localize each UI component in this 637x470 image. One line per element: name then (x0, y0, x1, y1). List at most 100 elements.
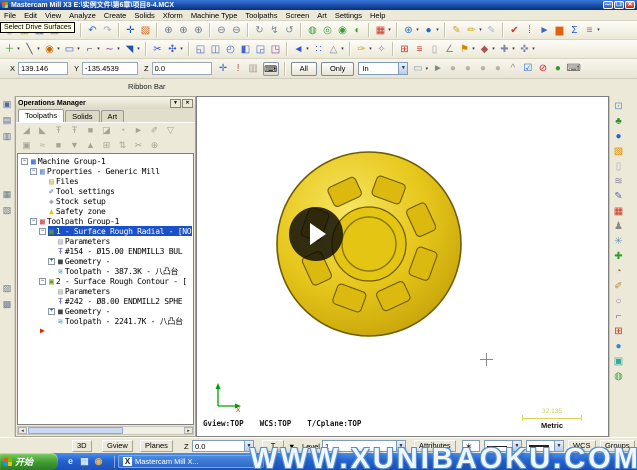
z-depth-combo[interactable]: 0.0 ▼ (192, 440, 254, 452)
create-fillet-icon[interactable]: ⌐ (83, 43, 96, 56)
operations-manager-caption[interactable]: Operations Manager ▼ ✕ (16, 97, 195, 109)
clear-selection-icon[interactable]: ⊘ (536, 62, 549, 75)
tree-item-stock-setup[interactable]: ◈Stock setup (18, 196, 193, 206)
text-note-icon[interactable]: ✎ (612, 190, 626, 203)
autocursor-config-icon[interactable]: ✛ (217, 62, 230, 75)
xform-stretch-icon[interactable]: ◳ (269, 43, 282, 56)
insert-indicator-icon[interactable]: ⊞ (99, 139, 114, 152)
tree-item-geometry[interactable]: +■Geometry - (18, 306, 193, 316)
menu-art[interactable]: Art (313, 10, 331, 21)
dynamic-pan-icon[interactable]: ↯ (268, 24, 281, 37)
utility-probe-icon[interactable]: ✧ (375, 43, 388, 56)
delete-entity-icon[interactable]: ✛ (124, 24, 137, 37)
menu-help[interactable]: Help (366, 10, 389, 21)
delta-tolerance-icon[interactable]: △ (327, 43, 340, 56)
post-process-icon[interactable]: Σ (568, 24, 581, 37)
panel-close-button[interactable]: ✕ (182, 99, 193, 108)
menu-view[interactable]: View (41, 10, 65, 21)
flag-check-dropdown[interactable]: ▾ (471, 46, 476, 52)
minimize-button[interactable]: — (603, 1, 613, 9)
selection-window-icon[interactable]: ▭ (411, 62, 424, 75)
gview-plan-icon[interactable]: ⊛ (402, 24, 415, 37)
backplot-icon[interactable]: ► (538, 24, 551, 37)
select-all-icon[interactable]: ☑ (521, 62, 534, 75)
analyze-angle-icon[interactable]: ✎ (485, 24, 498, 37)
xform-rotate-icon[interactable]: ◴ (224, 43, 237, 56)
tree-expand-box[interactable]: − (21, 158, 28, 165)
mode-3d-button[interactable]: 3D (72, 440, 92, 452)
stamp-tool-dropdown[interactable]: ▾ (491, 46, 496, 52)
tree-item-1-surface-rough-radial-no[interactable]: −▣1 - Surface Rough Radial - [NO (18, 226, 193, 236)
add-entity-icon[interactable]: ✚ (612, 250, 626, 263)
create-rectangle-dropdown[interactable]: ▾ (76, 46, 81, 52)
create-spline-icon[interactable]: ∼ (103, 43, 116, 56)
blank-toolpath-icon[interactable]: ■ (51, 139, 66, 152)
machine-grid-icon[interactable]: ⊞ (398, 43, 411, 56)
close-button[interactable]: ✕ (625, 1, 635, 9)
create-point-icon[interactable]: ＋ (3, 43, 16, 56)
gview-button[interactable]: Gview (102, 440, 133, 452)
cut-operation-icon[interactable]: ✂ (131, 139, 146, 152)
toggle-display-icon[interactable]: ≈ (35, 139, 50, 152)
x-coordinate-field[interactable]: 139.146 (18, 62, 68, 75)
xform-mirror-icon[interactable]: ◫ (209, 43, 222, 56)
hammer-tool-dropdown[interactable]: ▾ (511, 46, 516, 52)
nesting-dropdown[interactable]: ▾ (305, 46, 310, 52)
dock-select-icon[interactable]: ▣ (1, 98, 13, 110)
show-desktop-icon[interactable]: ▦ (79, 456, 90, 467)
analyze-dynamic-icon[interactable]: ✏ (465, 24, 478, 37)
tree-expand-box[interactable]: − (39, 228, 46, 235)
dynamic-rotate-icon[interactable]: ↻ (253, 24, 266, 37)
quick-mask-keyboard-icon[interactable]: ⌨ (566, 62, 579, 75)
create-line-icon[interactable]: ╲ (23, 43, 36, 56)
selection-up-icon[interactable]: ^ (506, 62, 519, 75)
trim-break-icon[interactable]: ✂ (151, 43, 164, 56)
create-arc-icon[interactable]: ◉ (43, 43, 56, 56)
menu-screen[interactable]: Screen (281, 10, 313, 21)
toolpath-box-icon[interactable]: ▣ (612, 355, 626, 368)
move-up-icon[interactable]: ▲ (83, 139, 98, 152)
graphics-viewport[interactable]: X Gview:TOPWCS:TOPT/Cplane:TOP 32.135 Me… (196, 96, 609, 437)
tree-expand-box[interactable]: + (48, 308, 55, 315)
create-rectangle-icon[interactable]: ▭ (63, 43, 76, 56)
utility-pen-icon[interactable]: ✑ (355, 43, 368, 56)
internet-explorer-icon[interactable]: e (65, 456, 76, 467)
z-coordinate-field[interactable]: 0.0 (152, 62, 212, 75)
machine-group-properties-icon[interactable]: ⁞ (523, 24, 536, 37)
menu-file[interactable]: File (0, 10, 20, 21)
menu-edit[interactable]: Edit (20, 10, 41, 21)
flag-check-icon[interactable]: ⚑ (458, 43, 471, 56)
utility-pen-dropdown[interactable]: ▾ (368, 46, 373, 52)
tree-item-properties-generic-mill[interactable]: −▥Properties - Generic Mill (18, 166, 193, 176)
dock-levels-icon[interactable]: ▨ (1, 282, 13, 294)
menu-machine-type[interactable]: Machine Type (187, 10, 242, 21)
dynamic-spin-icon[interactable]: ↺ (283, 24, 296, 37)
knife-edit-icon[interactable]: ✐ (612, 280, 626, 293)
dock-view-icon[interactable]: ▤ (1, 114, 13, 126)
binoculars-icon[interactable]: ◔ (612, 265, 626, 278)
video-play-button[interactable] (289, 207, 343, 261)
hidden-line-display-icon[interactable]: ◎ (321, 24, 334, 37)
clipboard-icon[interactable]: ▥ (247, 62, 260, 75)
select-all-button[interactable]: All (291, 62, 317, 76)
world-globe-icon[interactable]: ● (612, 130, 626, 143)
media-player-icon[interactable]: ◉ (93, 456, 104, 467)
menu-settings[interactable]: Settings (331, 10, 366, 21)
shade-sphere-icon[interactable]: ◍ (612, 370, 626, 383)
tab-art[interactable]: Art (101, 110, 125, 122)
start-button[interactable]: 开始 (0, 453, 58, 470)
gview-sphere-icon[interactable]: ● (422, 24, 435, 37)
color-grid-icon[interactable]: ▦ (612, 205, 626, 218)
doc-sheet-icon[interactable]: ▯ (428, 43, 441, 56)
stamp-tool-icon[interactable]: ◆ (478, 43, 491, 56)
keyboard-entry-button[interactable]: ⌨ (263, 62, 279, 76)
end-selection-icon[interactable]: ● (551, 62, 564, 75)
hammer-tool-icon[interactable]: ✚ (498, 43, 511, 56)
snowflake-gear-icon[interactable]: ✳ (612, 235, 626, 248)
gview-plan-dropdown[interactable]: ▾ (415, 27, 420, 33)
fit-screen-icon[interactable]: ⊡ (612, 100, 626, 113)
verify-selected-icon[interactable]: ◪ (99, 124, 114, 137)
selection-option-2-icon[interactable]: ● (461, 62, 474, 75)
check-toolpath-icon[interactable]: ✔ (508, 24, 521, 37)
analyze-dynamic-dropdown[interactable]: ▾ (478, 27, 483, 33)
